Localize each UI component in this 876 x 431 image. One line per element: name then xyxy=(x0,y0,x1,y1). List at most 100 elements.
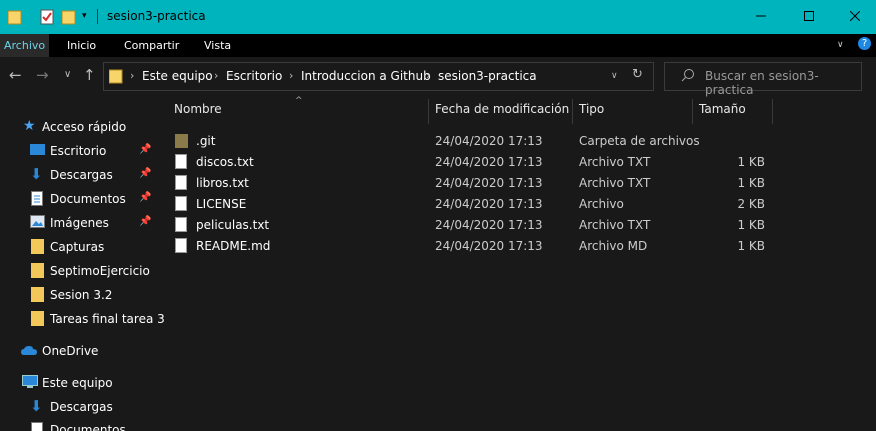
sidebar-item-label: Acceso rápido xyxy=(42,120,127,134)
table-row[interactable]: discos.txt 24/04/2020 17:13 Archivo TXT … xyxy=(166,151,786,172)
breadcrumb-separator-icon: › xyxy=(214,69,219,82)
column-header-name[interactable]: Nombre xyxy=(174,102,222,116)
sidebar-item-label: Este equipo xyxy=(42,376,113,390)
file-size: 1 KB xyxy=(737,239,765,253)
help-icon[interactable]: ? xyxy=(858,37,871,50)
recent-locations-icon[interactable]: ∨ xyxy=(64,69,71,80)
sidebar-item-documentos[interactable]: Documentos 📌 xyxy=(0,188,160,210)
file-type: Archivo TXT xyxy=(579,218,651,232)
file-type: Archivo MD xyxy=(579,239,648,253)
sidebar-item-acceso-rapido[interactable]: ★ Acceso rápido xyxy=(0,116,160,138)
sidebar-item-label: Imágenes xyxy=(50,216,109,230)
column-header-size[interactable]: Tamaño xyxy=(699,102,746,116)
sidebar-item-onedrive[interactable]: OneDrive xyxy=(0,340,160,362)
back-icon[interactable]: ← xyxy=(9,66,22,84)
file-size: 1 KB xyxy=(737,155,765,169)
column-divider[interactable] xyxy=(772,99,773,124)
column-header-date[interactable]: Fecha de modificación xyxy=(435,102,569,116)
text-file-icon xyxy=(175,154,187,169)
sidebar-item-label: Tareas final tarea 3 xyxy=(50,312,165,326)
file-icon xyxy=(175,238,187,253)
customize-toolbar-icon[interactable]: ▾ xyxy=(82,11,96,27)
column-divider[interactable] xyxy=(428,99,429,124)
search-box[interactable]: Buscar en sesion3-practica xyxy=(664,62,862,97)
tab-inicio[interactable]: Inicio xyxy=(63,34,100,57)
breadcrumb-escritorio[interactable]: Escritorio xyxy=(226,69,282,83)
breadcrumb-separator-icon: › xyxy=(130,69,135,82)
table-row[interactable]: libros.txt 24/04/2020 17:13 Archivo TXT … xyxy=(166,172,786,193)
desktop-icon xyxy=(30,143,45,157)
new-folder-icon[interactable] xyxy=(61,9,76,25)
sidebar-item-label: Descargas xyxy=(50,400,113,414)
sidebar-item-escritorio[interactable]: Escritorio 📌 xyxy=(0,140,160,162)
breadcrumb-este-equipo[interactable]: Este equipo xyxy=(142,69,213,83)
ribbon-tabs: Archivo Inicio Compartir Vista ∨ ? xyxy=(0,34,876,57)
star-icon: ★ xyxy=(23,118,36,134)
table-row[interactable]: README.md 24/04/2020 17:13 Archivo MD 1 … xyxy=(166,235,786,256)
sidebar-item-label: OneDrive xyxy=(42,344,99,358)
table-row[interactable]: peliculas.txt 24/04/2020 17:13 Archivo T… xyxy=(166,214,786,235)
document-icon xyxy=(31,191,45,206)
file-name: README.md xyxy=(196,239,271,253)
sidebar-item-este-equipo[interactable]: Este equipo xyxy=(0,372,160,394)
tab-vista[interactable]: Vista xyxy=(200,34,235,57)
sidebar-item-documentos-pc[interactable]: Documentos xyxy=(0,419,160,431)
column-header-type[interactable]: Tipo xyxy=(579,102,604,116)
text-file-icon xyxy=(175,175,187,190)
maximize-button[interactable] xyxy=(786,0,832,34)
sidebar-item-label: Documentos xyxy=(50,192,126,206)
close-button[interactable] xyxy=(832,0,876,34)
file-size: 1 KB xyxy=(737,176,765,190)
sidebar-item-label: Escritorio xyxy=(50,144,107,158)
address-dropdown-icon[interactable]: ∨ xyxy=(611,71,618,81)
file-date: 24/04/2020 17:13 xyxy=(435,239,543,253)
folder-icon xyxy=(31,239,44,254)
address-bar[interactable]: › Este equipo › Escritorio › Introduccio… xyxy=(103,62,654,91)
search-icon xyxy=(681,68,695,85)
forward-icon[interactable]: → xyxy=(36,66,49,84)
window-title: sesion3-practica xyxy=(107,9,206,23)
file-type: Archivo TXT xyxy=(579,176,651,190)
sort-up-icon: ^ xyxy=(295,96,303,106)
sidebar-item-label: Sesion 3.2 xyxy=(50,288,113,302)
file-size: 1 KB xyxy=(737,218,765,232)
tab-compartir[interactable]: Compartir xyxy=(120,34,183,57)
breadcrumb-sesion3[interactable]: sesion3-practica xyxy=(438,69,537,83)
properties-icon[interactable] xyxy=(40,9,54,25)
sidebar-item-sesion-3-2[interactable]: Sesion 3.2 xyxy=(0,284,160,306)
file-date: 24/04/2020 17:13 xyxy=(435,218,543,232)
sidebar-item-label: Descargas xyxy=(50,168,113,182)
column-divider[interactable] xyxy=(692,99,693,124)
search-placeholder: Buscar en sesion3-practica xyxy=(705,69,819,97)
folder-icon xyxy=(31,311,44,326)
file-date: 24/04/2020 17:13 xyxy=(435,134,543,148)
file-icon xyxy=(175,196,187,211)
breadcrumb-introduccion[interactable]: Introduccion a Github xyxy=(301,69,431,83)
sidebar-item-descargas[interactable]: ⬇ Descargas 📌 xyxy=(0,164,160,186)
sidebar-item-descargas-pc[interactable]: ⬇ Descargas xyxy=(0,396,160,418)
pin-icon: 📌 xyxy=(139,192,152,203)
pin-icon: 📌 xyxy=(139,216,152,227)
expand-ribbon-icon[interactable]: ∨ xyxy=(837,40,844,50)
sidebar-item-tareas-final[interactable]: Tareas final tarea 3 xyxy=(0,308,165,330)
table-row[interactable]: LICENSE 24/04/2020 17:13 Archivo 2 KB xyxy=(166,193,786,214)
image-icon xyxy=(30,215,45,229)
file-name: LICENSE xyxy=(196,197,247,211)
sidebar-item-imagenes[interactable]: Imágenes 📌 xyxy=(0,212,160,234)
maximize-icon xyxy=(804,10,814,24)
up-icon[interactable]: ↑ xyxy=(83,66,96,84)
file-type: Archivo xyxy=(579,197,624,211)
column-divider[interactable] xyxy=(572,99,573,124)
table-row[interactable]: .git 24/04/2020 17:13 Carpeta de archivo… xyxy=(166,130,786,151)
minimize-button[interactable] xyxy=(738,0,784,34)
text-file-icon xyxy=(175,217,187,232)
file-type: Archivo TXT xyxy=(579,155,651,169)
tab-archivo[interactable]: Archivo xyxy=(0,34,50,57)
cloud-icon xyxy=(21,345,37,359)
minimize-icon xyxy=(756,10,766,24)
sidebar-item-septimoejercicio[interactable]: SeptimoEjercicio xyxy=(0,260,160,282)
sidebar-item-capturas[interactable]: Capturas xyxy=(0,236,160,258)
sidebar-item-label: Capturas xyxy=(50,240,105,254)
refresh-icon[interactable]: ↻ xyxy=(632,67,643,82)
computer-icon xyxy=(22,375,38,389)
